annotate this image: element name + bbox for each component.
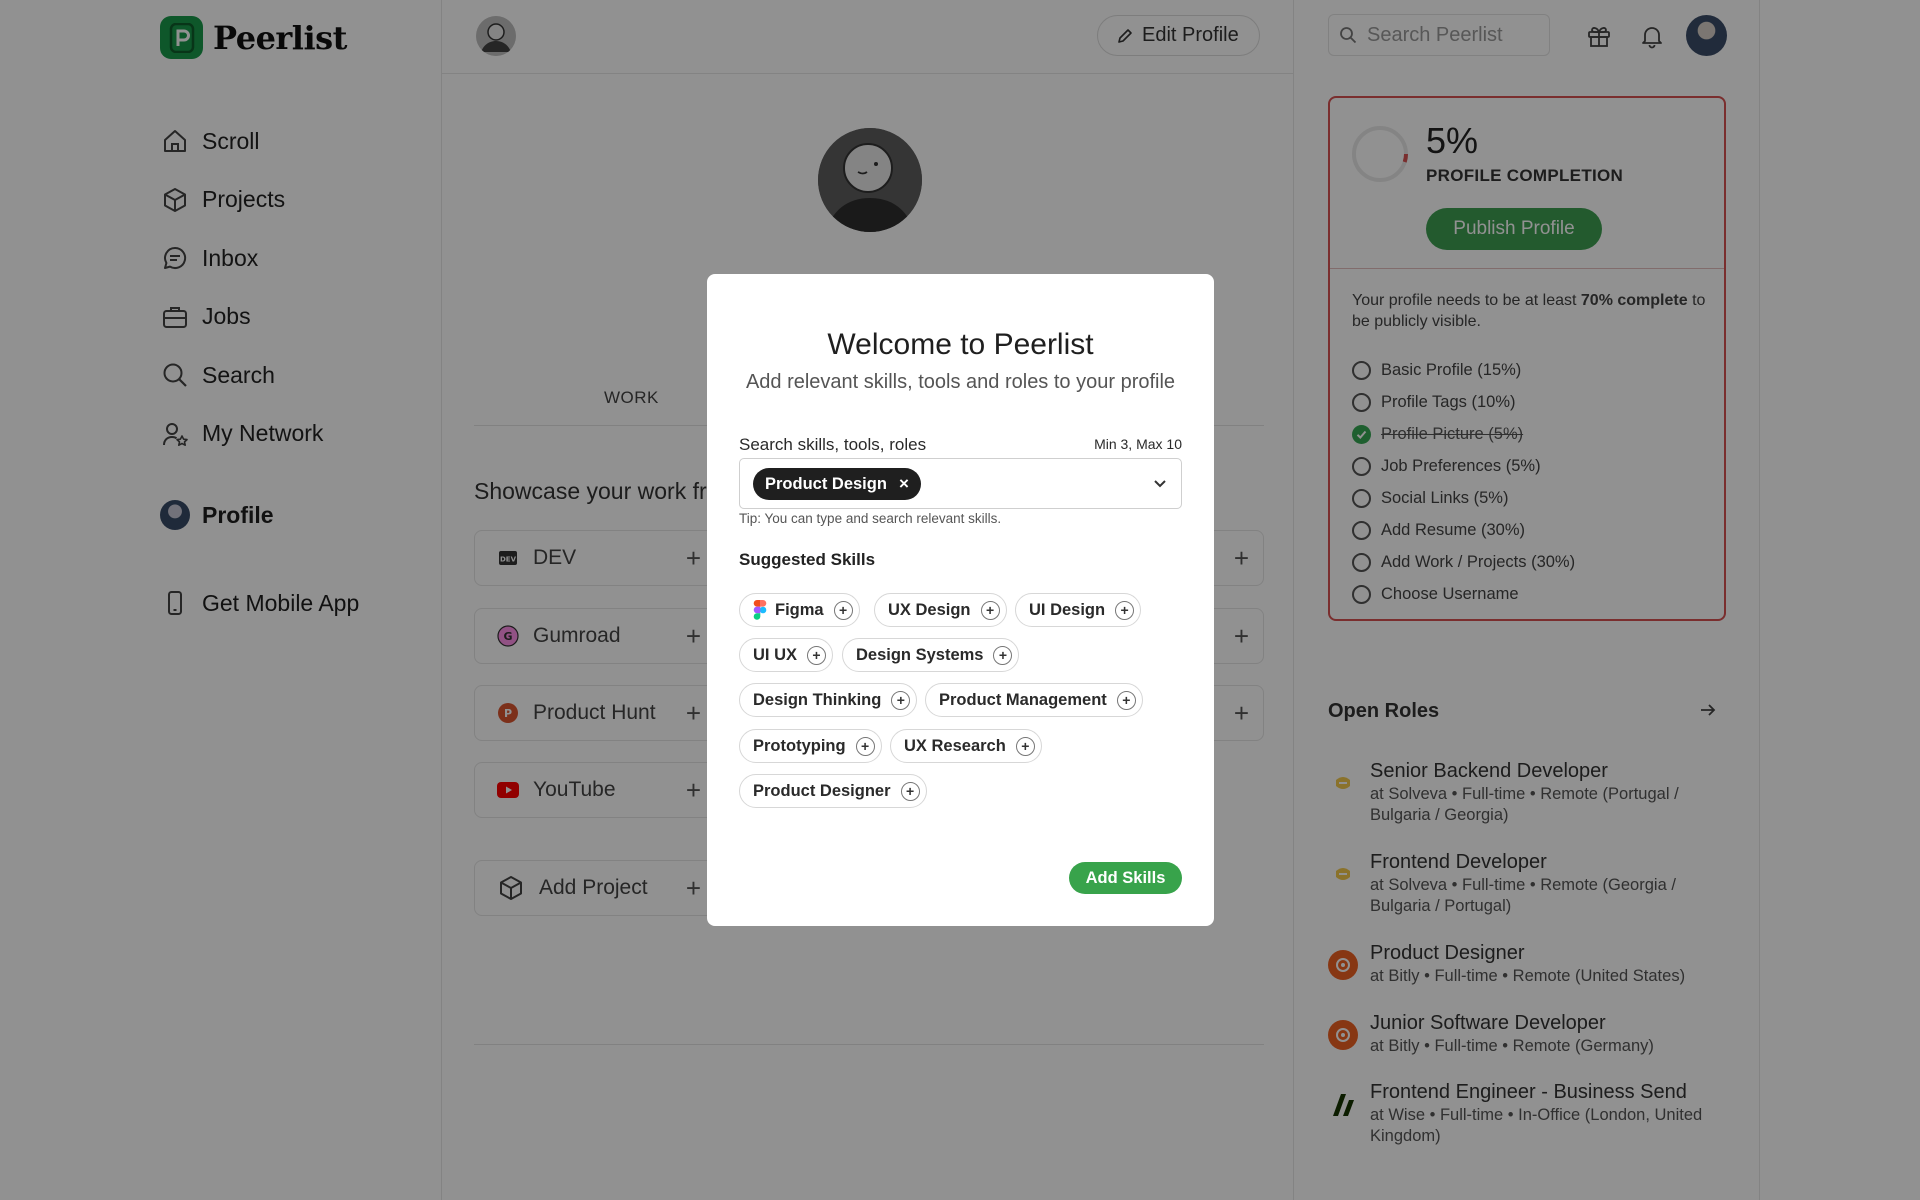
skill-chip-figma[interactable]: Figma + (739, 593, 860, 627)
min-max-hint: Min 3, Max 10 (1094, 436, 1182, 452)
add-icon: + (891, 690, 911, 710)
skill-chip-ui-design[interactable]: UI Design + (1015, 593, 1142, 627)
chip-label: UX Design (888, 600, 971, 619)
add-skills-button[interactable]: Add Skills (1069, 862, 1182, 894)
chip-label: Design Systems (856, 645, 984, 664)
skill-chip-design-thinking[interactable]: Design Thinking + (739, 683, 918, 717)
suggested-skills-title: Suggested Skills (739, 550, 876, 569)
add-icon: + (833, 600, 853, 620)
chip-label: Product Designer (753, 781, 891, 800)
chip-label: UX Research (904, 736, 1006, 755)
chip-label: Design Thinking (753, 690, 882, 709)
add-icon: + (1116, 690, 1136, 710)
modal-subtitle: Add relevant skills, tools and roles to … (745, 371, 1176, 393)
modal-title: Welcome to Peerlist (827, 328, 1094, 361)
search-tip: Tip: You can type and search relevant sk… (739, 511, 1002, 526)
chip-label: Product Management (939, 690, 1107, 709)
add-icon: + (1015, 736, 1035, 756)
chevron-down-icon[interactable] (1149, 472, 1171, 494)
skills-select[interactable]: Product Design × (739, 458, 1182, 509)
welcome-modal: Welcome to Peerlist Add relevant skills,… (707, 274, 1214, 926)
skill-chip-design-systems[interactable]: Design Systems + (842, 638, 1020, 672)
add-icon: + (993, 645, 1013, 665)
skill-chip-product-management[interactable]: Product Management + (925, 683, 1143, 717)
skills-search-label: Search skills, tools, roles (739, 435, 927, 454)
add-icon: + (1115, 600, 1135, 620)
chip-label: Figma (775, 600, 824, 619)
skill-chip-product-designer[interactable]: Product Designer + (739, 774, 927, 808)
chip-label: Prototyping (753, 736, 846, 755)
add-icon: + (980, 600, 1000, 620)
skill-chip-ux-research[interactable]: UX Research + (890, 729, 1042, 763)
add-icon: + (855, 736, 875, 756)
figma-icon (753, 600, 767, 620)
add-icon: + (900, 781, 920, 801)
skill-chip-prototyping[interactable]: Prototyping + (739, 729, 882, 763)
chip-label: UI UX (753, 645, 798, 664)
skill-chip-ui-ux[interactable]: UI UX + (739, 638, 834, 672)
chip-label: UI Design (1029, 600, 1106, 619)
close-icon[interactable]: × (899, 474, 909, 494)
tag-label: Product Design (765, 474, 887, 493)
skill-chip-ux-design[interactable]: UX Design + (874, 593, 1007, 627)
selected-skill-tag[interactable]: Product Design × (753, 468, 921, 500)
add-icon: + (807, 645, 827, 665)
